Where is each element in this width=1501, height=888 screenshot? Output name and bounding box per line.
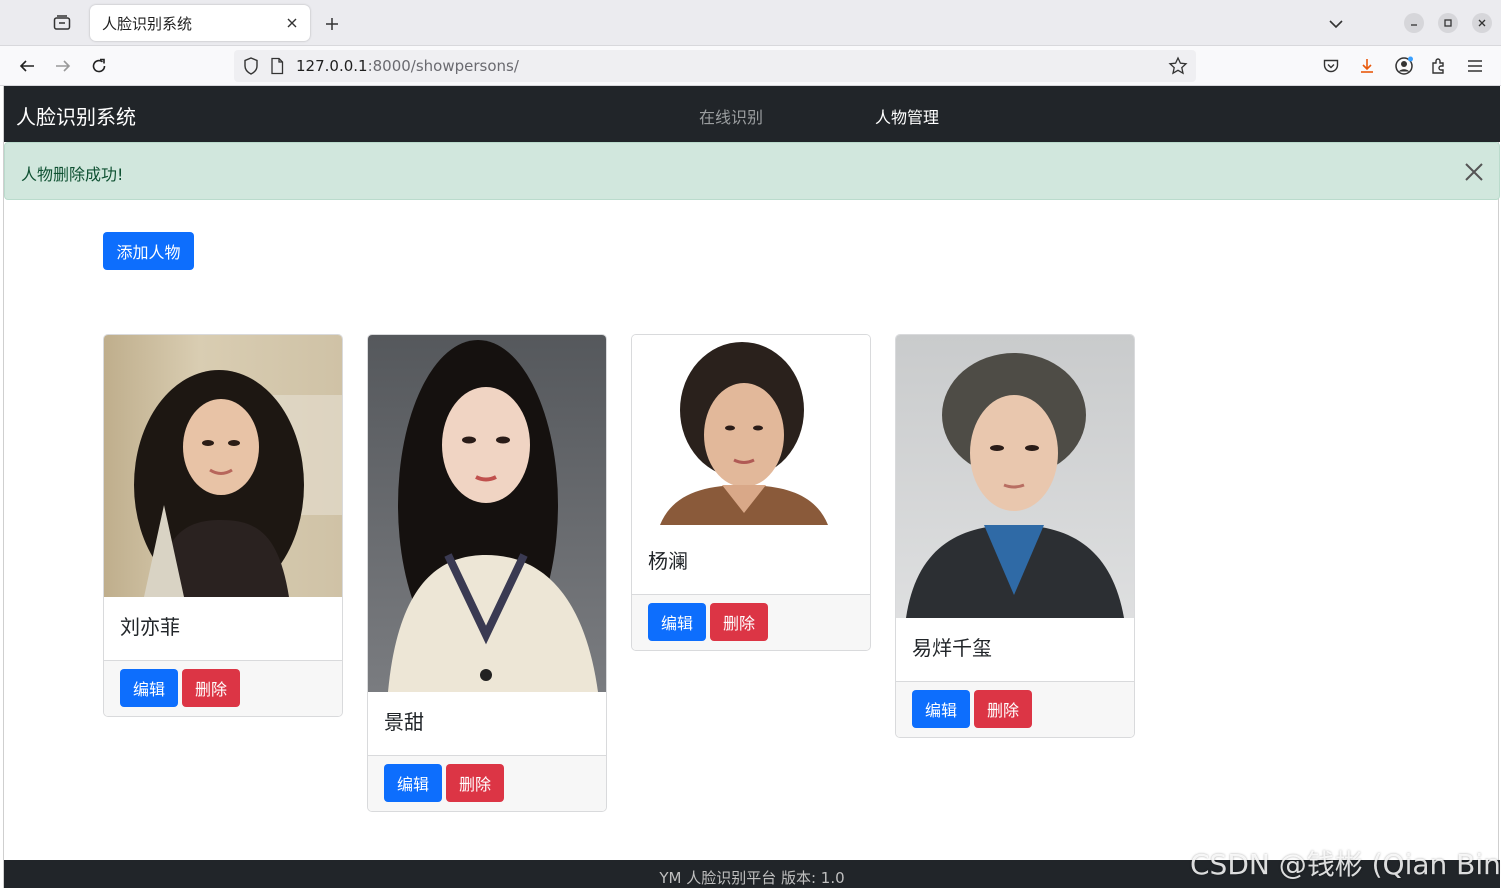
watermark: CSDN @钱彬 (Qian Bin): [1190, 848, 1501, 881]
person-card: 刘亦菲 编辑 删除: [103, 334, 343, 717]
url-text[interactable]: 127.0.0.1:8000/showpersons/: [296, 57, 519, 75]
person-photo: [368, 335, 606, 692]
card-body: 景甜: [368, 692, 606, 756]
person-name: 景甜: [384, 710, 424, 734]
back-icon[interactable]: [16, 55, 38, 77]
delete-button[interactable]: 删除: [446, 764, 504, 802]
window-close-icon[interactable]: [1472, 13, 1492, 33]
person-photo: [896, 335, 1134, 618]
maximize-icon[interactable]: [1438, 13, 1458, 33]
reload-icon[interactable]: [88, 55, 110, 77]
nav-link-person-management[interactable]: 人物管理: [875, 104, 939, 128]
menu-icon[interactable]: [1464, 55, 1486, 77]
browser-tab[interactable]: 人脸识别系统: [90, 5, 310, 41]
account-icon[interactable]: [1393, 55, 1415, 77]
brand-title[interactable]: 人脸识别系统: [16, 101, 136, 130]
alert-message: 人物删除成功!: [21, 165, 124, 184]
person-name: 易烊千玺: [912, 636, 992, 660]
forward-icon[interactable]: [52, 55, 74, 77]
tab-title: 人脸识别系统: [102, 14, 193, 33]
browser-toolbar: 127.0.0.1:8000/showpersons/: [0, 46, 1501, 86]
person-photo: [632, 335, 870, 531]
app-navbar: 人脸识别系统 在线识别 人物管理: [4, 86, 1500, 142]
download-icon[interactable]: [1356, 55, 1378, 77]
pocket-icon[interactable]: [1320, 55, 1342, 77]
card-footer: 编辑 删除: [632, 595, 870, 650]
add-person-button[interactable]: 添加人物: [103, 232, 194, 270]
web-page: 人脸识别系统 在线识别 人物管理 人物删除成功! 添加人物 刘亦菲 编辑 删除 …: [3, 86, 1500, 888]
close-icon[interactable]: [1463, 161, 1485, 183]
url-path: :8000/showpersons/: [367, 57, 519, 75]
edit-button[interactable]: 编辑: [648, 603, 706, 641]
delete-button[interactable]: 删除: [974, 690, 1032, 728]
card-body: 易烊千玺: [896, 618, 1134, 682]
card-footer: 编辑 删除: [104, 661, 342, 716]
url-host: 127.0.0.1: [296, 57, 368, 75]
person-name: 杨澜: [648, 549, 688, 573]
card-body: 杨澜: [632, 531, 870, 595]
person-name: 刘亦菲: [120, 615, 180, 639]
tab-list-icon[interactable]: [48, 10, 76, 36]
edit-button[interactable]: 编辑: [912, 690, 970, 728]
edit-button[interactable]: 编辑: [384, 764, 442, 802]
page-icon: [270, 57, 284, 79]
delete-button[interactable]: 删除: [710, 603, 768, 641]
person-card: 景甜 编辑 删除: [367, 334, 607, 812]
person-photo: [104, 335, 342, 597]
extensions-icon[interactable]: [1428, 55, 1450, 77]
minimize-icon[interactable]: [1404, 13, 1424, 33]
person-card: 杨澜 编辑 删除: [631, 334, 871, 651]
edit-button[interactable]: 编辑: [120, 669, 178, 707]
card-footer: 编辑 删除: [896, 682, 1134, 737]
star-icon[interactable]: [1168, 56, 1188, 80]
close-icon[interactable]: [284, 15, 300, 31]
success-alert: 人物删除成功!: [4, 142, 1500, 200]
chevron-down-icon[interactable]: [1326, 14, 1346, 34]
card-body: 刘亦菲: [104, 597, 342, 661]
delete-button[interactable]: 删除: [182, 669, 240, 707]
shield-icon[interactable]: [242, 56, 260, 80]
person-card: 易烊千玺 编辑 删除: [895, 334, 1135, 738]
url-bar[interactable]: 127.0.0.1:8000/showpersons/: [234, 50, 1196, 82]
card-footer: 编辑 删除: [368, 756, 606, 811]
nav-link-online-recognition[interactable]: 在线识别: [699, 104, 763, 128]
browser-tab-bar: 人脸识别系统: [0, 0, 1501, 46]
new-tab-icon[interactable]: [320, 12, 344, 36]
